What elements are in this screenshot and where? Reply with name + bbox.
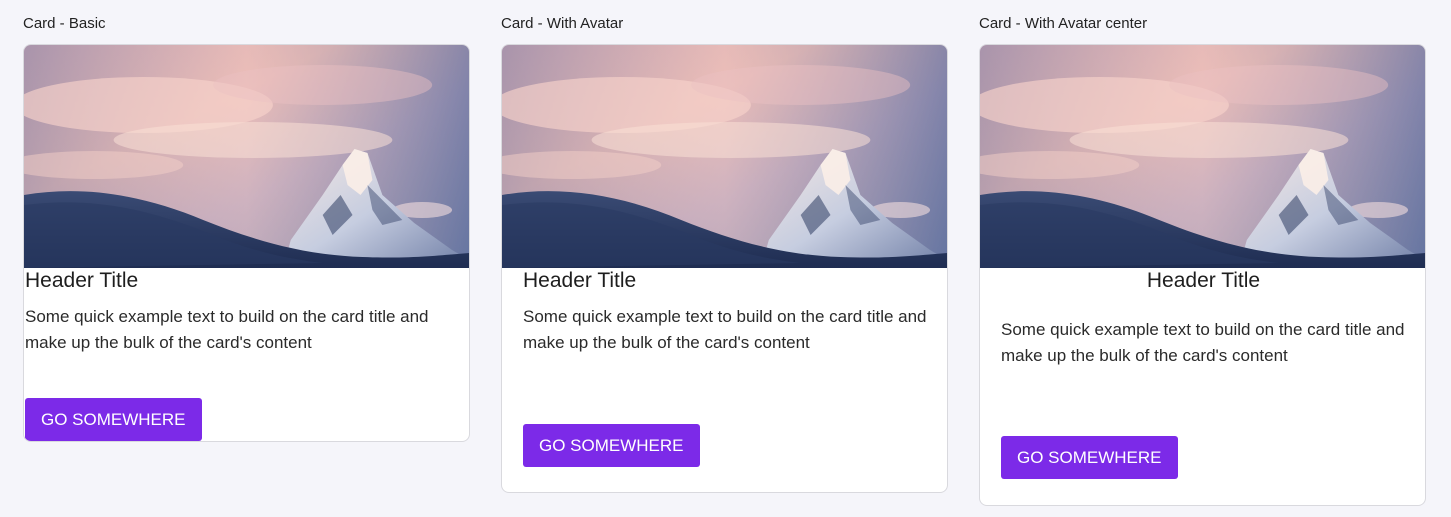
- card-basic-column: Card - Basic: [23, 14, 470, 34]
- card-avatar-center-column: Card - With Avatar center: [979, 14, 1426, 34]
- card-image: [980, 45, 1425, 268]
- card-image: [24, 45, 469, 268]
- card-title: Header Title: [1146, 269, 1261, 292]
- card-avatar-center-label: Card - With Avatar center: [979, 15, 1148, 32]
- card-text: Some quick example text to build on the …: [25, 307, 429, 352]
- card-avatar-label: Card - With Avatar: [501, 15, 624, 32]
- go-somewhere-button[interactable]: GO SOMEWHERE: [1001, 436, 1178, 479]
- card-basic-label: Card - Basic: [23, 15, 106, 32]
- card-with-avatar-center: Header Title Some quick example text to …: [979, 44, 1426, 506]
- card-title: Header Title: [25, 269, 139, 292]
- card-title: Header Title: [523, 269, 637, 292]
- card-image: [502, 45, 947, 268]
- card-text: Some quick example text to build on the …: [1001, 320, 1405, 365]
- card-with-avatar: Header Title Some quick example text to …: [501, 44, 948, 493]
- go-somewhere-button[interactable]: GO SOMEWHERE: [523, 424, 700, 467]
- card-text: Some quick example text to build on the …: [523, 307, 927, 352]
- go-somewhere-button[interactable]: GO SOMEWHERE: [25, 398, 202, 441]
- card-basic: Header Title Some quick example text to …: [23, 44, 470, 442]
- card-avatar-column: Card - With Avatar: [501, 14, 948, 34]
